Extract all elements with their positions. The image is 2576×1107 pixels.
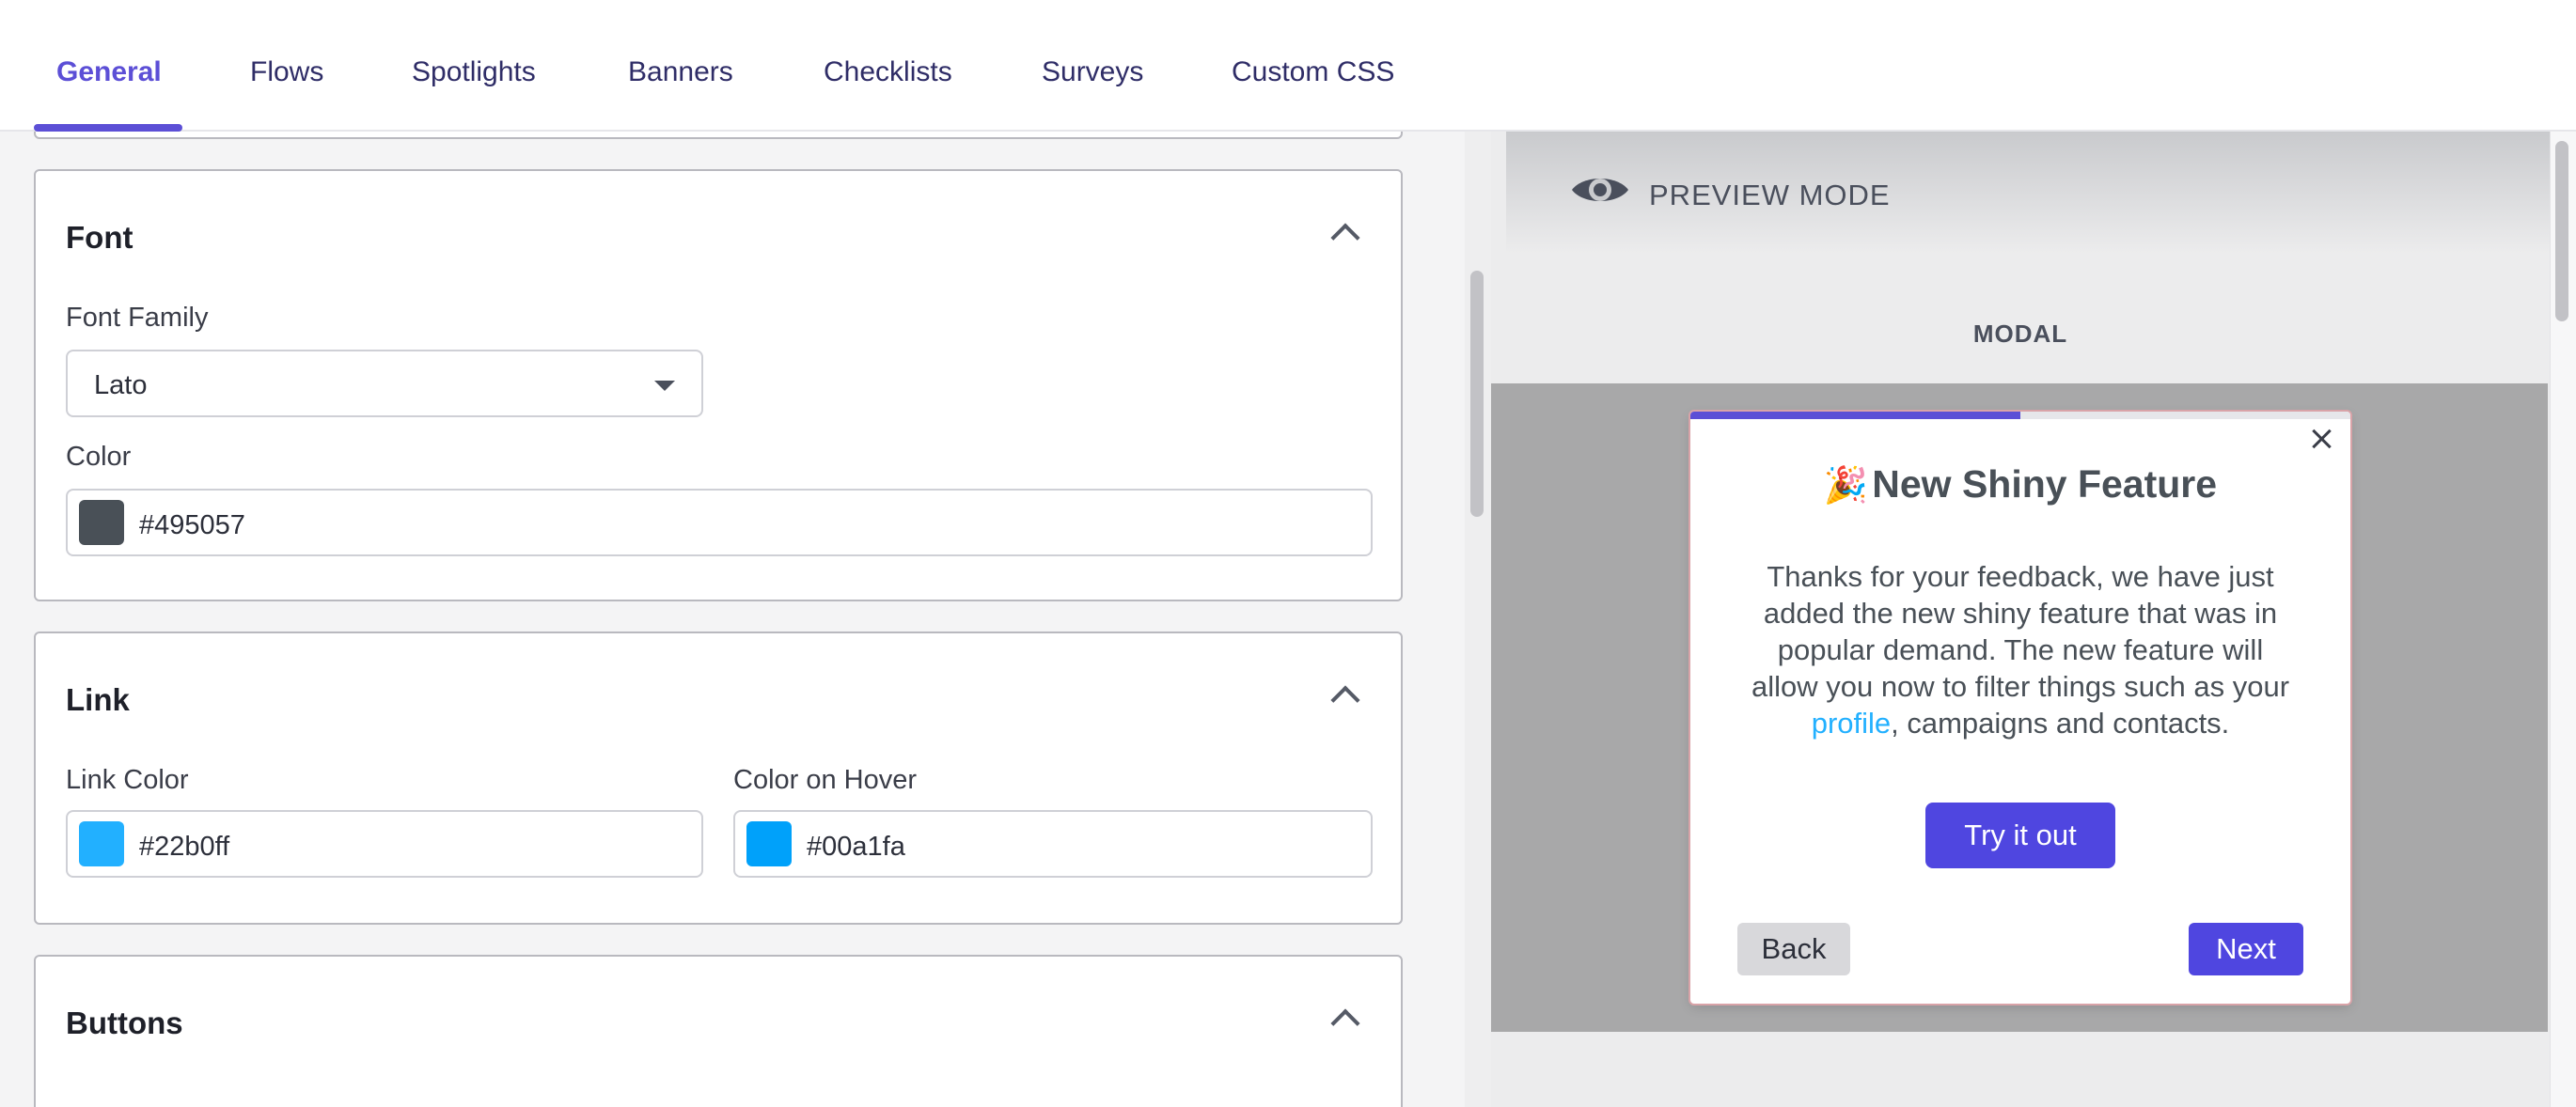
font-color-value: #495057 [139,510,245,540]
tab-checklists[interactable]: Checklists [799,0,977,132]
close-icon[interactable] [2307,425,2335,453]
preview-type-label: MODAL [1972,320,2068,348]
link-color-value: #22b0ff [139,832,230,862]
modal-body: Thanks for your feedback, we have just a… [1743,558,2298,741]
modal-body-text-end: , campaigns and contacts. [1891,707,2230,740]
tab-flows[interactable]: Flows [226,0,348,132]
caret-down-icon [654,381,675,391]
hover-color-value: #00a1fa [807,832,905,862]
tab-spotlights[interactable]: Spotlights [387,0,560,132]
tab-custom-css[interactable]: Custom CSS [1207,0,1419,132]
tab-general[interactable]: General [32,0,186,132]
profile-link[interactable]: profile [1812,707,1891,740]
progress-bar [1690,412,2350,419]
previous-card [34,132,1403,139]
preview-header: PREVIEW MODE [1506,132,2550,254]
party-popper-icon: 🎉 [1823,466,1869,506]
font-color-field[interactable]: #495057 [66,489,1373,556]
modal-body-text: Thanks for your feedback, we have just a… [1751,560,2290,703]
preview-panel: PREVIEW MODE MODAL 🎉New Shiny Feature Th… [1491,132,2550,1107]
hover-color-swatch[interactable] [746,821,792,866]
top-tab-bar: General Flows Spotlights Banners Checkli… [0,0,2576,132]
modal-preview: 🎉New Shiny Feature Thanks for your feedb… [1690,412,2350,1004]
back-button[interactable]: Back [1737,923,1850,975]
font-family-select[interactable]: Lato [66,350,703,417]
font-family-label: Font Family [66,303,209,333]
tab-surveys[interactable]: Surveys [1017,0,1168,132]
link-color-label: Link Color [66,765,189,795]
modal-title: 🎉New Shiny Feature [1690,462,2350,507]
preview-mode-label: PREVIEW MODE [1649,179,1891,211]
link-color-swatch[interactable] [79,821,124,866]
font-card-title: Font [66,220,134,255]
try-it-out-button[interactable]: Try it out [1925,803,2115,868]
collapse-chevron-icon[interactable] [1330,223,1360,253]
hover-color-field[interactable]: #00a1fa [733,810,1373,878]
preview-stage: 🎉New Shiny Feature Thanks for your feedb… [1491,383,2548,1032]
page-scroll-thumb[interactable] [2555,141,2568,321]
eye-icon [1572,179,1628,201]
modal-title-text: New Shiny Feature [1872,462,2218,506]
collapse-chevron-icon[interactable] [1330,685,1360,715]
font-family-value: Lato [94,370,148,400]
font-color-label: Color [66,442,132,472]
font-card: Font Font Family Lato Color #495057 [34,169,1403,601]
link-card: Link Link Color #22b0ff Color on Hover #… [34,631,1403,925]
settings-panel: Font Font Family Lato Color #495057 Link… [0,132,1448,1107]
link-color-field[interactable]: #22b0ff [66,810,703,878]
collapse-chevron-icon[interactable] [1330,1008,1360,1038]
active-tab-indicator [34,124,182,132]
settings-scroll-thumb[interactable] [1470,271,1484,517]
buttons-card: Buttons [34,955,1403,1107]
tab-banners[interactable]: Banners [604,0,758,132]
progress-bar-fill [1690,412,2020,419]
buttons-card-title: Buttons [66,1006,183,1040]
hover-color-label: Color on Hover [733,765,918,795]
font-color-swatch[interactable] [79,500,124,545]
next-button[interactable]: Next [2189,923,2303,975]
link-card-title: Link [66,682,130,717]
